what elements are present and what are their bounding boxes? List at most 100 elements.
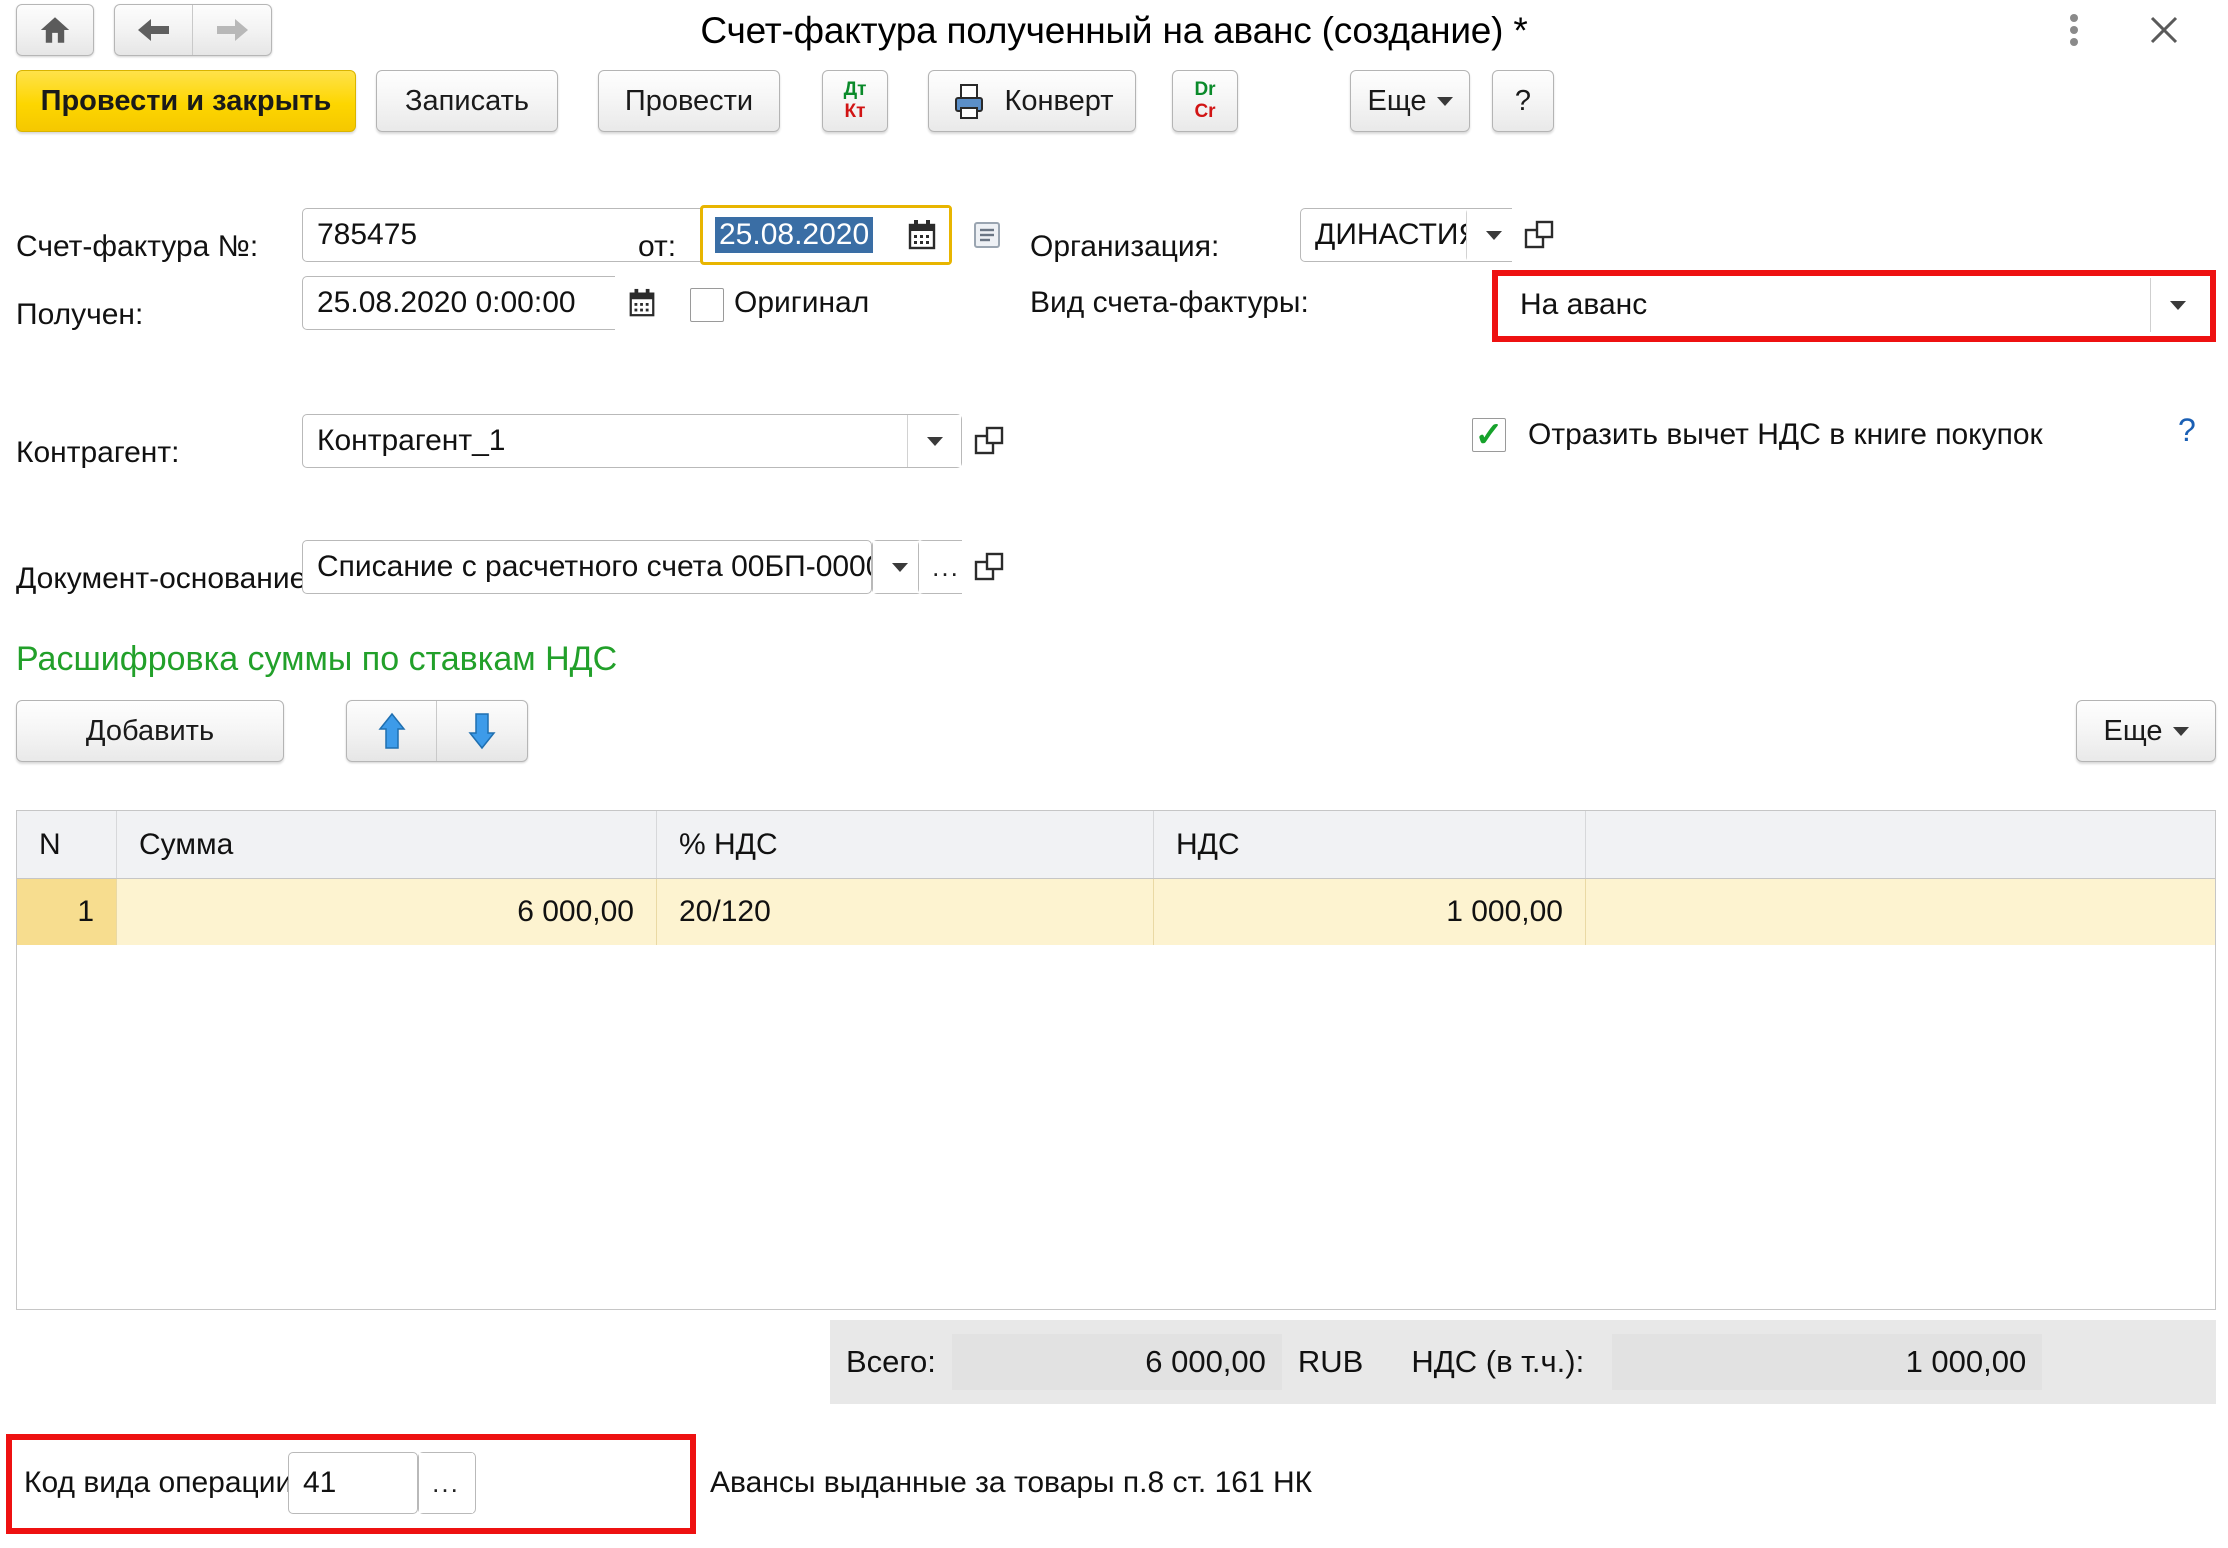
operation-code-description: Авансы выданные за товары п.8 ст. 161 НК <box>710 1466 1313 1499</box>
basis-document-input[interactable]: Списание с расчетного счета 00БП-000001 … <box>302 540 872 594</box>
operation-code-label: Код вида операции: <box>24 1466 301 1499</box>
counterparty-dropdown-button[interactable] <box>907 415 961 467</box>
write-button[interactable]: Записать <box>376 70 558 132</box>
kebab-menu-icon <box>2069 13 2079 47</box>
table-empty-area <box>17 945 2215 1309</box>
basis-document-dropdown-button[interactable] <box>872 540 927 594</box>
add-row-label: Добавить <box>85 714 215 747</box>
open-in-new-icon <box>973 551 1005 583</box>
envelope-print-button[interactable]: Конверт <box>928 70 1136 132</box>
vat-included-value: 1 000,00 <box>1612 1334 2043 1390</box>
column-header-pct[interactable]: % НДС <box>657 811 1154 878</box>
printer-icon <box>950 81 990 121</box>
invoice-kind-value: На аванс <box>1520 288 1648 321</box>
chevron-down-icon <box>2169 300 2186 310</box>
operation-code-value: 41 <box>303 1466 337 1499</box>
table-header-row: N Сумма % НДС НДС <box>17 811 2215 879</box>
arrow-up-icon <box>377 712 406 750</box>
vat-deduction-help-icon[interactable]: ? <box>2178 412 2196 449</box>
ellipsis-icon: ... <box>419 1453 473 1513</box>
more-menu-button[interactable]: Еще <box>1350 70 1470 132</box>
received-datetime-input[interactable]: 25.08.2020 0:00:00 <box>302 276 662 330</box>
counterparty-input[interactable]: Контрагент_1 <box>302 414 962 468</box>
total-value: 6 000,00 <box>951 1334 1282 1390</box>
basis-document-open-button[interactable] <box>962 540 1016 594</box>
received-calendar-button[interactable] <box>615 276 669 330</box>
column-header-n[interactable]: N <box>17 811 117 878</box>
move-row-down-button[interactable] <box>437 701 527 761</box>
check-mark-icon: ✓ <box>1474 416 1504 454</box>
counterparty-value: Контрагент_1 <box>317 424 506 457</box>
totals-bar: Всего: 6 000,00 RUB НДС (в т.ч.): 1 000,… <box>830 1320 2216 1404</box>
cr-label: Cr <box>1194 101 1216 122</box>
chevron-down-icon <box>2172 726 2189 736</box>
page-title: Счет-фактура полученный на аванс (создан… <box>700 10 1528 51</box>
cell-trailing <box>1586 879 2215 945</box>
counterparty-open-button[interactable] <box>962 414 1016 468</box>
vat-included-label: НДС (в т.ч.): <box>1411 1344 1585 1379</box>
dr-cr-report-button[interactable]: Dr Cr <box>1172 70 1238 132</box>
envelope-label: Конверт <box>1004 84 1114 117</box>
title-bar: Счет-фактура полученный на аванс (создан… <box>0 0 2228 62</box>
help-button[interactable]: ? <box>1492 70 1554 132</box>
calendar-icon <box>906 219 938 251</box>
post-and-close-label: Провести и закрыть <box>40 84 332 117</box>
original-checkbox[interactable] <box>690 288 724 322</box>
organization-dropdown-button[interactable] <box>1466 208 1521 262</box>
vat-breakdown-table[interactable]: N Сумма % НДС НДС 1 6 000,00 20/120 1 00… <box>16 810 2216 1310</box>
credit-label: Кт <box>844 101 866 122</box>
received-value: 25.08.2020 0:00:00 <box>317 286 576 319</box>
cell-vat-amount[interactable]: 1 000,00 <box>1154 879 1586 945</box>
debit-credit-report-button[interactable]: Дт Кт <box>822 70 888 132</box>
list-select-icon <box>971 219 1003 251</box>
counterparty-label: Контрагент: <box>16 436 180 469</box>
organization-label: Организация: <box>1030 230 1220 263</box>
date-label: от: <box>638 230 677 263</box>
received-label: Получен: <box>16 298 144 331</box>
section-title: Расшифровка суммы по ставкам НДС <box>16 640 618 678</box>
close-icon <box>2148 14 2180 46</box>
table-more-menu-button[interactable]: Еще <box>2076 700 2216 762</box>
command-bar: Провести и закрыть Записать Провести Дт … <box>0 70 2228 142</box>
add-row-button[interactable]: Добавить <box>16 700 284 762</box>
chevron-down-icon <box>1436 96 1453 106</box>
move-row-up-button[interactable] <box>347 701 437 761</box>
open-in-new-icon <box>1523 219 1555 251</box>
cell-sum[interactable]: 6 000,00 <box>117 879 657 945</box>
vat-deduction-label: Отразить вычет НДС в книге покупок <box>1528 418 2043 451</box>
move-row-button-group[interactable] <box>346 700 528 762</box>
invoice-kind-select[interactable]: На аванс <box>1506 278 2146 332</box>
post-label: Провести <box>624 84 754 117</box>
table-more-label: Еще <box>2103 714 2163 747</box>
operation-code-input[interactable]: 41 <box>288 1452 418 1514</box>
basis-document-label: Документ-основание: <box>16 562 315 595</box>
column-header-sum[interactable]: Сумма <box>117 811 657 878</box>
invoice-number-label: Счет-фактура №: <box>16 230 259 263</box>
arrow-down-icon <box>468 712 496 750</box>
invoice-kind-dropdown-button[interactable] <box>2150 278 2204 332</box>
column-header-nds[interactable]: НДС <box>1154 811 1586 878</box>
chevron-down-icon <box>926 436 943 446</box>
date-calendar-button[interactable] <box>895 208 949 262</box>
cell-vat-rate[interactable]: 20/120 <box>657 879 1154 945</box>
dr-label: Dr <box>1194 79 1216 100</box>
date-select-list-button[interactable] <box>960 208 1014 262</box>
total-label: Всего: <box>846 1344 936 1379</box>
operation-code-picker-button[interactable]: ... <box>418 1452 476 1514</box>
write-label: Записать <box>405 84 529 117</box>
calendar-icon <box>627 288 657 318</box>
column-header-blank <box>1586 811 2215 878</box>
table-row[interactable]: 1 6 000,00 20/120 1 000,00 <box>17 879 2215 945</box>
window-menu-button[interactable] <box>2050 6 2098 54</box>
invoice-date-value: 25.08.2020 <box>715 217 874 253</box>
cell-row-number: 1 <box>17 879 117 945</box>
organization-open-button[interactable] <box>1512 208 1566 262</box>
post-button[interactable]: Провести <box>598 70 780 132</box>
invoice-kind-label: Вид счета-фактуры: <box>1030 286 1309 319</box>
open-in-new-icon <box>973 425 1005 457</box>
post-and-close-button[interactable]: Провести и закрыть <box>16 70 356 132</box>
debit-label: Дт <box>843 79 867 100</box>
help-label: ? <box>1514 84 1532 117</box>
close-window-button[interactable] <box>2140 6 2188 54</box>
vat-deduction-checkbox[interactable]: ✓ <box>1472 418 1506 452</box>
